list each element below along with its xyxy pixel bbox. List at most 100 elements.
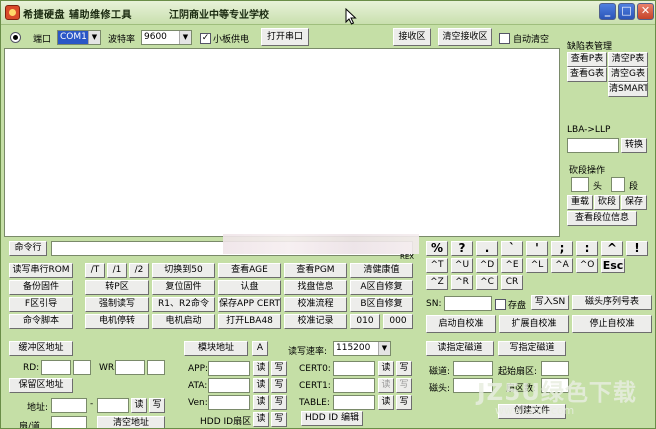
clear-health-button[interactable]: 清健康值 (350, 263, 413, 278)
cmd-000-button[interactable]: 000 (383, 314, 413, 329)
cert0-read-button[interactable]: 读 (378, 361, 394, 376)
buffer-addr-button[interactable]: 缓冲区地址 (9, 341, 73, 356)
start-calib-button[interactable]: 启动自校准 (426, 315, 496, 333)
motor-start-button[interactable]: 电机启动 (152, 314, 215, 329)
write-track-button[interactable]: 写指定磁道 (498, 341, 566, 356)
key-ctrl-d[interactable]: ^D (476, 258, 498, 273)
key-ctrl-l[interactable]: ^L (526, 258, 548, 273)
table-write-button[interactable]: 写 (396, 395, 412, 410)
f-zone-boot-button[interactable]: F区引导 (9, 297, 73, 312)
head-input[interactable] (571, 177, 589, 192)
cut-seg-button[interactable]: 砍段 (594, 195, 620, 210)
force-rw-button[interactable]: 强制读写 (85, 297, 149, 312)
view-p-table-button[interactable]: 查看P表 (567, 52, 607, 67)
port-select[interactable]: COM1 ▼ (57, 30, 101, 45)
write-sn-button[interactable]: 写入SN (531, 295, 569, 310)
key-caret[interactable]: ^ (601, 241, 623, 256)
read-track-button[interactable]: 读指定磁道 (426, 341, 494, 356)
reset-firmware-button[interactable]: 复位固件 (152, 280, 215, 295)
power-checkbox[interactable]: ✓ (200, 33, 211, 44)
cmd-010-button[interactable]: 010 (350, 314, 380, 329)
hdd-id-edit-button[interactable]: HDD ID 编辑 (301, 411, 363, 426)
rw-serial-rom-button[interactable]: 读写串行ROM (9, 263, 73, 278)
calib-flow-button[interactable]: 校准流程 (284, 297, 347, 312)
view-pgm-button[interactable]: 查看PGM (284, 263, 347, 278)
ven-read-button[interactable]: 读 (253, 395, 269, 410)
table-input[interactable] (333, 395, 375, 410)
key-ctrl-z[interactable]: ^Z (426, 275, 448, 290)
clear-p-table-button[interactable]: 清空P表 (608, 52, 648, 67)
key-ctrl-c[interactable]: ^C (476, 275, 498, 290)
app-write-button[interactable]: 写 (271, 361, 287, 376)
app-input[interactable] (208, 361, 250, 376)
switch-50-button[interactable]: 切换到50 (152, 263, 215, 278)
lba-input[interactable] (567, 138, 619, 153)
ata-write-button[interactable]: 写 (271, 378, 287, 393)
reload-button[interactable]: 重载 (567, 195, 593, 210)
find-disk-info-button[interactable]: 找盘信息 (284, 280, 347, 295)
key-colon[interactable]: : (576, 241, 598, 256)
key-percent[interactable]: % (426, 241, 448, 256)
key-ctrl-a[interactable]: ^A (551, 258, 573, 273)
baud-select[interactable]: 9600 ▼ (141, 30, 192, 45)
extended-calib-button[interactable]: 扩展自校准 (499, 315, 569, 333)
cmd-2-button[interactable]: /2 (129, 263, 149, 278)
module-addr-button[interactable]: 模块地址 (184, 341, 248, 356)
hdd-write-button[interactable]: 写 (271, 412, 287, 427)
ven-input[interactable] (208, 395, 250, 410)
identify-disk-button[interactable]: 认盘 (218, 280, 281, 295)
addr-read-button[interactable]: 读 (131, 398, 147, 413)
clear-smart-button[interactable]: 清SMART (608, 82, 648, 97)
view-g-table-button[interactable]: 查看G表 (567, 67, 607, 82)
key-esc[interactable]: Esc (601, 258, 625, 273)
motor-stop-button[interactable]: 电机停转 (85, 314, 149, 329)
key-quote[interactable]: ' (526, 241, 548, 256)
key-cr[interactable]: CR (501, 275, 523, 290)
cert1-read-button[interactable]: 读 (378, 378, 394, 393)
key-exclaim[interactable]: ! (626, 241, 648, 256)
sn-input[interactable] (444, 296, 492, 311)
b-zone-repair-button[interactable]: B区自修复 (350, 297, 413, 312)
clear-g-table-button[interactable]: 清空G表 (608, 67, 648, 82)
view-age-button[interactable]: 查看AGE (218, 263, 281, 278)
key-ctrl-o[interactable]: ^O (576, 258, 598, 273)
fan-track-input[interactable] (51, 416, 87, 428)
rd-input-2[interactable] (73, 360, 91, 375)
wr-input-2[interactable] (147, 360, 165, 375)
a-zone-repair-button[interactable]: A区自修复 (350, 280, 413, 295)
addr-input-1[interactable] (51, 398, 87, 413)
open-lba48-button[interactable]: 打开LBA48 (218, 314, 281, 329)
key-ctrl-r[interactable]: ^R (451, 275, 473, 290)
view-seg-info-button[interactable]: 查看段位信息 (567, 211, 637, 226)
wr-input-1[interactable] (115, 360, 145, 375)
backup-firmware-button[interactable]: 备份固件 (9, 280, 73, 295)
addr-input-2[interactable] (97, 398, 129, 413)
app-read-button[interactable]: 读 (253, 361, 269, 376)
cmd-1-button[interactable]: /1 (107, 263, 127, 278)
cert1-write-button[interactable]: 写 (396, 378, 412, 393)
module-a-button[interactable]: A (252, 341, 268, 356)
rw-rate-select[interactable]: 115200 ▼ (333, 341, 391, 356)
clear-receive-button[interactable]: 清空接收区 (438, 28, 492, 46)
clear-addr-button[interactable]: 清空地址 (97, 416, 165, 428)
r1-r2-cmd-button[interactable]: R1、R2命令 (152, 297, 215, 312)
ata-read-button[interactable]: 读 (253, 378, 269, 393)
serial-mode-radio[interactable] (10, 32, 21, 43)
seg-input[interactable] (611, 177, 625, 192)
addr-write-button[interactable]: 写 (149, 398, 165, 413)
hdd-read-button[interactable]: 读 (253, 412, 269, 427)
command-line-button[interactable]: 命令行 (9, 241, 47, 256)
to-p-zone-button[interactable]: 转P区 (85, 280, 149, 295)
key-ctrl-u[interactable]: ^U (451, 258, 473, 273)
key-backtick[interactable]: ` (501, 241, 523, 256)
cert0-write-button[interactable]: 写 (396, 361, 412, 376)
key-semicolon[interactable]: ; (551, 241, 573, 256)
key-ctrl-t[interactable]: ^T (426, 258, 448, 273)
head-sn-table-button[interactable]: 磁头序列号表 (572, 295, 652, 310)
table-read-button[interactable]: 读 (378, 395, 394, 410)
cmd-script-button[interactable]: 命令脚本 (9, 314, 73, 329)
save-disk-checkbox[interactable] (495, 299, 506, 310)
open-port-button[interactable]: 打开串口 (261, 28, 309, 46)
cert1-input[interactable] (333, 378, 375, 393)
stop-calib-button[interactable]: 停止自校准 (572, 315, 652, 333)
